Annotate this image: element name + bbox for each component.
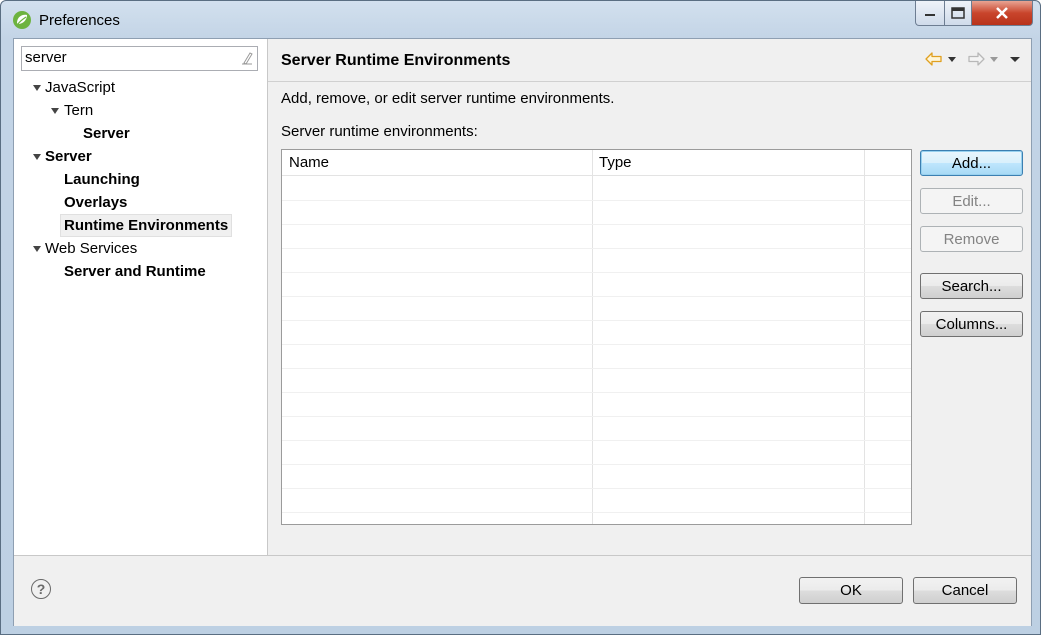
tree-item-javascript[interactable]: JavaScript [45, 77, 115, 98]
row-gridline [282, 248, 911, 249]
columns-button[interactable]: Columns... [920, 311, 1023, 337]
header-separator [268, 81, 1031, 82]
back-arrow-icon[interactable] [925, 52, 943, 66]
filter-field[interactable] [21, 46, 258, 71]
history-navigation [925, 49, 1021, 69]
forward-dropdown-icon [990, 57, 998, 62]
preferences-window: Preferences JavaScript [0, 0, 1041, 635]
column-header-type[interactable]: Type [592, 150, 864, 175]
clear-filter-icon[interactable] [241, 51, 253, 65]
help-icon[interactable]: ? [31, 579, 51, 599]
window-controls [915, 1, 1033, 27]
expanded-arrow-icon[interactable] [33, 154, 41, 160]
row-gridline [282, 464, 911, 465]
row-gridline [282, 392, 911, 393]
forward-arrow-icon [968, 52, 985, 66]
row-gridline [282, 344, 911, 345]
column-divider [592, 150, 593, 524]
row-gridline [282, 440, 911, 441]
column-header-name[interactable]: Name [282, 150, 591, 175]
dialog-client-area: JavaScript Tern Server Server Launching … [13, 38, 1032, 626]
row-gridline [282, 416, 911, 417]
close-icon [996, 7, 1008, 19]
preference-navigation-pane: JavaScript Tern Server Server Launching … [14, 39, 268, 555]
cancel-button[interactable]: Cancel [913, 577, 1017, 604]
expanded-arrow-icon[interactable] [33, 85, 41, 91]
ok-button[interactable]: OK [799, 577, 903, 604]
tree-item-overlays[interactable]: Overlays [64, 192, 127, 213]
add-button[interactable]: Add... [920, 150, 1023, 176]
runtime-environments-table[interactable]: Name Type [281, 149, 912, 525]
search-button[interactable]: Search... [920, 273, 1023, 299]
row-gridline [282, 512, 911, 513]
dialog-button-bar: ? OK Cancel [14, 555, 1031, 626]
maximize-icon [951, 7, 965, 19]
back-dropdown-icon[interactable] [947, 55, 957, 63]
edit-button: Edit... [920, 188, 1023, 214]
window-title: Preferences [39, 12, 120, 29]
tree-item-launching[interactable]: Launching [64, 169, 140, 190]
expanded-arrow-icon[interactable] [51, 108, 59, 114]
row-gridline [282, 200, 911, 201]
tree-item-server-and-runtime[interactable]: Server and Runtime [64, 261, 206, 282]
row-gridline [282, 272, 911, 273]
view-menu-icon[interactable] [1009, 55, 1021, 63]
tree-item-tern[interactable]: Tern [64, 100, 93, 121]
page-description: Add, remove, or edit server runtime envi… [281, 90, 615, 107]
maximize-button[interactable] [945, 1, 972, 26]
tree-item-tern-server[interactable]: Server [83, 123, 130, 144]
row-gridline [282, 488, 911, 489]
close-button[interactable] [972, 1, 1033, 26]
column-divider [864, 150, 865, 524]
row-gridline [282, 224, 911, 225]
tree-item-runtime-environments[interactable]: Runtime Environments [60, 214, 233, 237]
row-gridline [282, 320, 911, 321]
tree-item-web-services[interactable]: Web Services [45, 238, 137, 259]
runtime-list-label: Server runtime environments: [281, 123, 478, 140]
expanded-arrow-icon[interactable] [33, 246, 41, 252]
minimize-icon [925, 14, 935, 16]
title-bar[interactable]: Preferences [1, 1, 1040, 39]
table-header: Name Type [282, 150, 911, 176]
filter-input[interactable] [22, 47, 225, 68]
spring-leaf-icon [13, 11, 31, 29]
remove-button: Remove [920, 226, 1023, 252]
minimize-button[interactable] [915, 1, 945, 26]
row-gridline [282, 296, 911, 297]
page-title: Server Runtime Environments [281, 52, 511, 69]
tree-item-server[interactable]: Server [45, 146, 92, 167]
row-gridline [282, 368, 911, 369]
preference-page: Server Runtime Environments Add, remove,… [268, 39, 1031, 555]
